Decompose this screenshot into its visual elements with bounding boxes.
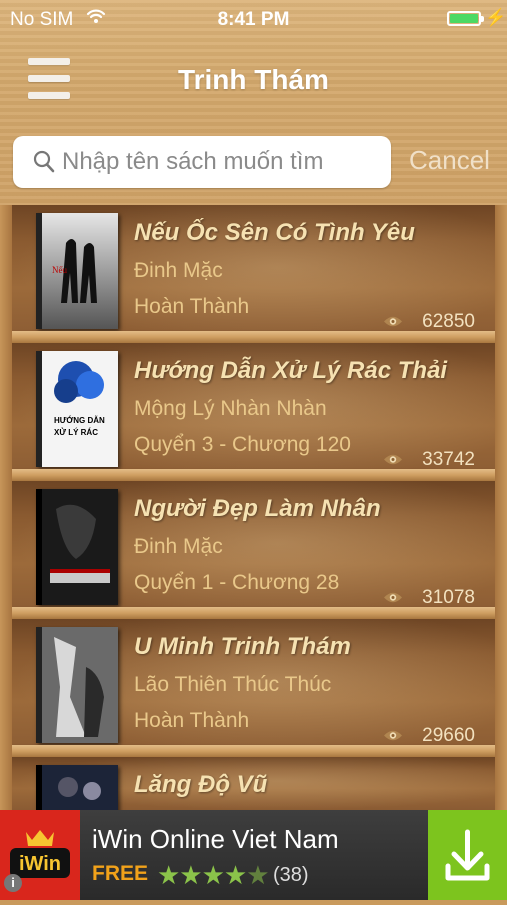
eye-icon <box>384 454 402 465</box>
view-count: 29660 <box>422 725 475 746</box>
book-item[interactable]: Người Đẹp Làm Nhân Đinh Mặc Quyển 1 - Ch… <box>12 481 495 619</box>
status-bar: No SIM 8:41 PM ⚡ <box>0 0 507 40</box>
charging-icon: ⚡ <box>485 8 507 27</box>
view-count: 33742 <box>422 449 475 470</box>
book-author: Đinh Mặc <box>134 259 223 282</box>
download-button[interactable] <box>428 810 507 900</box>
view-count: 31078 <box>422 587 475 608</box>
battery-icon <box>447 11 484 26</box>
search-input[interactable] <box>60 147 364 177</box>
header-area: No SIM 8:41 PM ⚡ Trinh Thám Cancel <box>0 0 507 205</box>
svg-text:XỬ LÝ RÁC: XỬ LÝ RÁC <box>54 428 98 437</box>
book-author: Lão Thiên Thúc Thúc <box>134 673 332 696</box>
svg-text:HƯỚNG DẪN: HƯỚNG DẪN <box>54 416 105 425</box>
rating-stars-icon: ★★★★★ <box>157 860 270 890</box>
cancel-button[interactable]: Cancel <box>409 145 490 176</box>
eye-icon <box>384 730 402 741</box>
book-cover <box>36 627 118 743</box>
download-icon <box>445 829 490 881</box>
book-item[interactable]: Lăng Độ Vũ <box>12 757 495 810</box>
rating-count: (38) <box>273 864 309 886</box>
clock: 8:41 PM <box>217 9 290 30</box>
ad-info-icon[interactable]: i <box>4 874 22 892</box>
shelf-divider <box>0 745 507 757</box>
shelf-side <box>0 205 12 810</box>
ad-price: FREE <box>92 862 149 885</box>
view-count: 62850 <box>422 311 475 332</box>
ad-banner[interactable]: iWin iWin Online Viet Nam FREE ★★★★★ (38… <box>0 810 507 900</box>
eye-icon <box>384 316 402 327</box>
book-status: Hoàn Thành <box>134 709 250 732</box>
shelf-divider <box>0 331 507 343</box>
eye-icon <box>384 592 402 603</box>
search-bar[interactable] <box>13 136 391 188</box>
book-title: Người Đẹp Làm Nhân <box>134 495 381 522</box>
book-item[interactable]: U Minh Trinh Thám Lão Thiên Thúc Thúc Ho… <box>12 619 495 757</box>
book-cover: HƯỚNG DẪN XỬ LÝ RÁC <box>36 351 118 467</box>
book-item[interactable]: Nếu Nếu Ốc Sên Có Tình Yêu Đinh Mặc Hoàn… <box>12 205 495 343</box>
book-title: U Minh Trinh Thám <box>134 633 351 660</box>
ad-title: iWin Online Viet Nam <box>92 824 339 854</box>
shelf-divider <box>0 469 507 481</box>
book-author: Mộng Lý Nhàn Nhàn <box>134 397 327 420</box>
book-item[interactable]: HƯỚNG DẪN XỬ LÝ RÁC Hướng Dẫn Xử Lý Rác … <box>12 343 495 481</box>
book-title: Nếu Ốc Sên Có Tình Yêu <box>134 219 415 246</box>
svg-text:Nếu: Nếu <box>52 265 67 275</box>
ad-logo-text: iWin <box>19 853 61 875</box>
book-author: Đinh Mặc <box>134 535 223 558</box>
shelf-side <box>495 205 507 810</box>
book-cover: Nếu <box>36 213 118 329</box>
book-title: Hướng Dẫn Xử Lý Rác Thải <box>134 357 448 384</box>
book-title: Lăng Độ Vũ <box>134 771 268 798</box>
shelf-divider <box>0 607 507 619</box>
page-title: Trinh Thám <box>178 64 329 95</box>
book-status: Quyển 3 - Chương 120 <box>134 433 351 456</box>
search-icon <box>33 150 55 173</box>
book-status: Hoàn Thành <box>134 295 250 318</box>
book-cover <box>36 489 118 605</box>
book-cover <box>36 765 118 810</box>
book-status: Quyển 1 - Chương 28 <box>134 571 340 594</box>
